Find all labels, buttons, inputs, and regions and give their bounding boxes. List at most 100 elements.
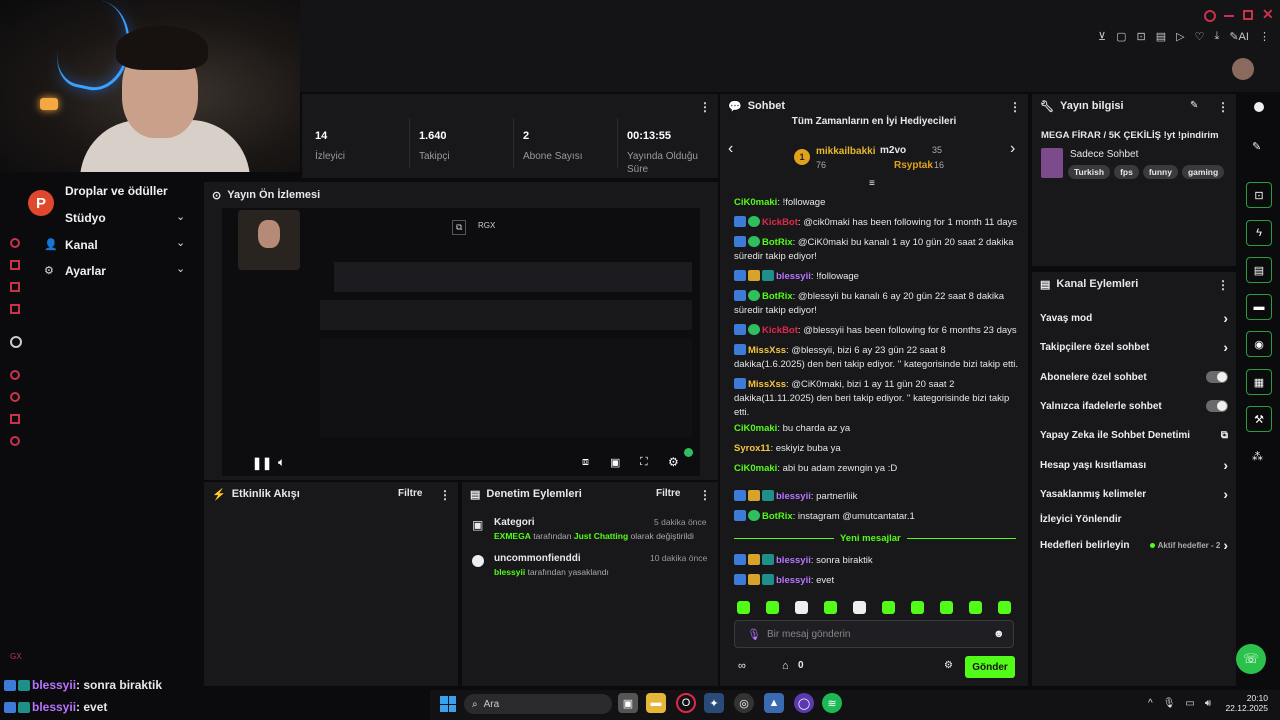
send-button[interactable]: Gönder xyxy=(965,656,1015,678)
emoji-icon[interactable]: ☻ xyxy=(993,628,1005,640)
chat-username[interactable]: CiK0maki xyxy=(734,197,777,208)
pencil-icon[interactable]: ✎ xyxy=(1252,140,1261,153)
sidebar-item-drops[interactable]: Droplar ve ödüller xyxy=(65,184,168,206)
volume-icon[interactable]: 🔊︎ xyxy=(1205,698,1211,709)
more-icon[interactable]: ⋮ xyxy=(439,488,451,502)
chat-input[interactable]: 🎙︎ Bir mesaj gönderin ☻ xyxy=(734,620,1014,648)
emote[interactable] xyxy=(882,601,895,614)
clock-icon[interactable] xyxy=(10,392,20,402)
moderation-filter-button[interactable]: Filtre xyxy=(656,488,680,499)
mic-icon[interactable]: 🎙︎ xyxy=(1163,698,1176,709)
chevron-down-icon[interactable]: ⌄ xyxy=(176,236,185,249)
chat-username[interactable]: blessyii xyxy=(776,491,811,502)
more-icon[interactable]: ⋮ xyxy=(1217,278,1229,292)
emote[interactable] xyxy=(824,601,837,614)
task-view-icon[interactable]: ▣ xyxy=(618,693,638,713)
activity-filter-button[interactable]: Filtre xyxy=(398,488,422,499)
chevron-right-icon[interactable]: › xyxy=(1010,140,1015,158)
raid-row[interactable]: İzleyici Yönlendir xyxy=(1040,510,1228,528)
cube-icon[interactable] xyxy=(10,414,20,424)
bag-icon[interactable] xyxy=(10,260,20,270)
sidebar-item-settings[interactable]: Ayarlar xyxy=(65,264,106,286)
app-icon[interactable]: ◯ xyxy=(794,693,814,713)
mic-icon[interactable]: 🎙︎ xyxy=(747,628,761,641)
wrench-icon[interactable]: ⚒ xyxy=(1246,406,1272,432)
chat-username[interactable]: blessyii xyxy=(776,271,811,282)
maximize-icon[interactable] xyxy=(1243,10,1253,20)
tag[interactable]: fps xyxy=(1114,165,1139,179)
more-icon[interactable]: ⋮ xyxy=(699,488,711,502)
emote[interactable] xyxy=(853,601,866,614)
pip-icon[interactable]: ⧉ xyxy=(452,220,467,235)
fullscreen-icon[interactable]: ⛶ xyxy=(640,456,648,469)
emote[interactable] xyxy=(940,601,953,614)
chat-username[interactable]: KickBot xyxy=(762,217,798,228)
broadcast-icon[interactable]: ◉ xyxy=(1246,331,1272,357)
tab-icon[interactable]: ▢ xyxy=(1116,30,1126,43)
tag[interactable]: gaming xyxy=(1181,165,1225,179)
document-icon[interactable]: ▤ xyxy=(1246,257,1272,283)
obs-icon[interactable]: ◎ xyxy=(734,693,754,713)
chevron-up-icon[interactable]: ^ xyxy=(1148,698,1153,709)
download-icon[interactable]: ⤓ xyxy=(1214,30,1219,43)
clock[interactable]: 20:10 22.12.2025 xyxy=(1225,693,1268,713)
chat-username[interactable]: MissXss xyxy=(748,379,786,390)
chat-username[interactable]: blessyii xyxy=(776,555,811,566)
app-icon[interactable]: ✦ xyxy=(704,693,724,713)
capture-icon[interactable]: ⊡ xyxy=(1246,182,1272,208)
spotify-icon[interactable]: ≋ xyxy=(822,693,842,713)
game-icon[interactable] xyxy=(10,282,20,292)
edit-icon[interactable]: ✎ xyxy=(1190,100,1198,111)
play-icon[interactable]: ▷ xyxy=(1176,30,1184,43)
emote[interactable] xyxy=(766,601,779,614)
photos-icon[interactable]: ▲ xyxy=(764,693,784,713)
chevron-down-icon[interactable]: ⌄ xyxy=(176,262,185,275)
settings-gear-icon[interactable]: ⚙ xyxy=(668,455,679,469)
settings-icon[interactable] xyxy=(10,436,20,446)
slow-mode-row[interactable]: Yavaş mod › xyxy=(1040,309,1228,327)
chat-username[interactable]: BotRix xyxy=(762,237,793,248)
minimize-icon[interactable] xyxy=(1224,15,1234,17)
tag[interactable]: funny xyxy=(1142,165,1178,179)
chat-username[interactable]: KickBot xyxy=(762,325,798,336)
chat-username[interactable]: MissXss xyxy=(748,345,786,356)
sidebar-item-studio[interactable]: Stüdyo xyxy=(65,211,106,233)
points-icon[interactable]: ∞ xyxy=(738,660,746,672)
support-icon[interactable]: ☏ xyxy=(1236,644,1266,674)
emote[interactable] xyxy=(969,601,982,614)
bolt-icon[interactable]: ϟ xyxy=(1246,220,1272,246)
chat-username[interactable]: CiK0maki xyxy=(734,423,777,434)
network-icon[interactable]: ▭ xyxy=(1185,698,1194,709)
avatar[interactable] xyxy=(1232,58,1254,80)
chat-bubble-icon[interactable]: ▬ xyxy=(1246,294,1272,320)
stack-icon[interactable]: ▦ xyxy=(1246,369,1272,395)
more-icon[interactable]: ⋮ xyxy=(699,100,711,114)
goals-row[interactable]: Hedefleri belirleyin Aktif hedefler - 2 › xyxy=(1040,536,1228,554)
windows-start-icon[interactable] xyxy=(440,696,456,712)
pin-icon[interactable]: ⊻ xyxy=(1098,30,1106,43)
openai-icon[interactable] xyxy=(10,336,22,348)
search-icon[interactable] xyxy=(1204,10,1216,22)
chat-username[interactable]: BotRix xyxy=(762,511,793,522)
close-icon[interactable]: ✕ xyxy=(1262,6,1274,23)
menu-icon[interactable]: ⋮ xyxy=(1259,30,1270,43)
reader-icon[interactable]: ▤ xyxy=(1156,30,1166,43)
theater-icon[interactable]: ▣ xyxy=(610,456,620,469)
file-explorer-icon[interactable]: ▬ xyxy=(646,693,666,713)
tag[interactable]: Turkish xyxy=(1068,165,1111,179)
more-icon[interactable]: ⋮ xyxy=(1217,100,1229,114)
heart-icon[interactable]: ♡ xyxy=(1195,30,1205,43)
emote[interactable] xyxy=(737,601,750,614)
chat-username[interactable]: Syrox11 xyxy=(734,443,770,454)
share-icon[interactable]: ⁂ xyxy=(1252,450,1263,463)
store-icon[interactable]: ⌂ xyxy=(782,660,789,672)
chevron-left-icon[interactable]: ‹ xyxy=(728,140,733,158)
chat-username[interactable]: CiK0maki xyxy=(734,463,777,474)
opera-gx-icon[interactable]: O xyxy=(676,693,696,713)
emote[interactable] xyxy=(998,601,1011,614)
capture-icon[interactable]: ⊡ xyxy=(1136,30,1145,43)
more-icon[interactable]: ⋮ xyxy=(1009,100,1021,114)
chat-username[interactable]: BotRix xyxy=(762,291,793,302)
chat-username[interactable]: blessyii xyxy=(776,575,811,586)
player-icon[interactable] xyxy=(10,370,20,380)
